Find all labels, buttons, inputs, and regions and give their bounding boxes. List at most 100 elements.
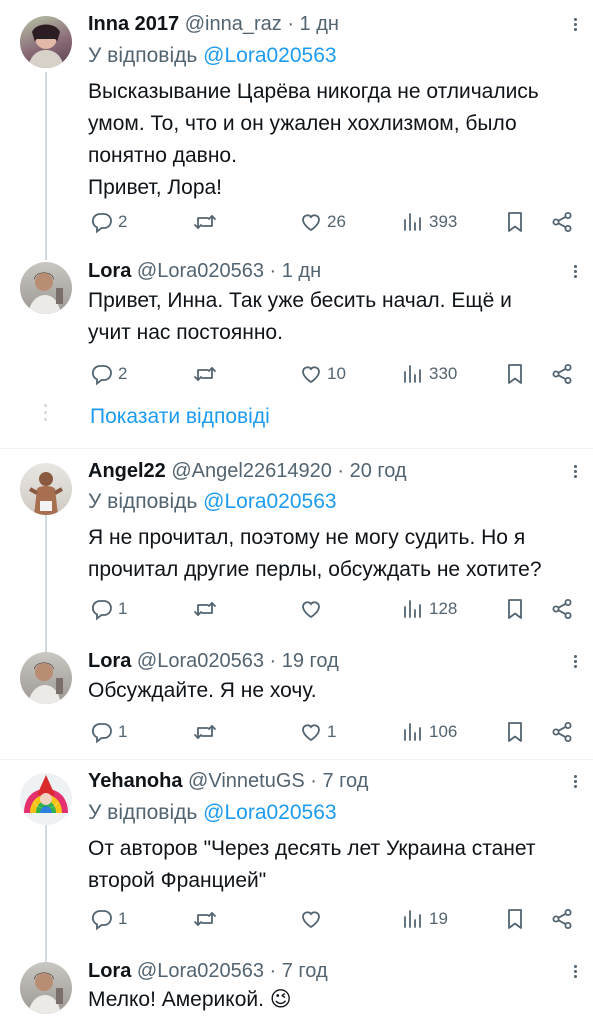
share-icon — [550, 210, 574, 234]
avatar[interactable] — [20, 652, 72, 704]
reply-count: 2 — [118, 212, 128, 231]
display-name[interactable]: Lora — [88, 650, 131, 672]
reply-count: 2 — [118, 364, 128, 383]
views-button[interactable]: 393 — [401, 207, 457, 237]
thread-line — [45, 515, 47, 661]
avatar[interactable] — [20, 262, 72, 314]
like-button[interactable] — [299, 594, 327, 624]
tweet-4[interactable]: Lora @Lora020563 · 19 год Обсуждайте. Я … — [0, 645, 593, 759]
tweet-5[interactable]: Yehanoha @VinnetuGS · 7 год У відповідь … — [0, 760, 593, 972]
handle-time[interactable]: @VinnetuGS · 7 год — [188, 770, 368, 792]
reply-button[interactable]: 1 — [90, 594, 127, 624]
retweet-button[interactable] — [193, 594, 217, 624]
more-icon[interactable] — [568, 653, 582, 673]
share-button[interactable] — [550, 594, 574, 624]
reply-count: 1 — [118, 599, 128, 618]
reply-icon — [90, 597, 114, 621]
retweet-icon — [193, 907, 217, 931]
share-button[interactable] — [550, 359, 574, 389]
avatar[interactable] — [20, 463, 72, 515]
handle-time[interactable]: @Angel22614920 · 20 год — [171, 460, 406, 482]
like-count: 26 — [327, 212, 346, 231]
tweet-header: Lora @Lora020563 · 7 год — [88, 960, 328, 986]
handle-time[interactable]: @Lora020563 · 7 год — [137, 960, 328, 982]
retweet-button[interactable] — [193, 207, 217, 237]
avatar[interactable] — [20, 773, 72, 825]
reply-mention[interactable]: @Lora020563 — [203, 490, 336, 513]
share-button[interactable] — [550, 904, 574, 934]
thread-line — [45, 825, 47, 972]
like-icon — [299, 907, 323, 931]
views-button[interactable]: 106 — [401, 717, 457, 747]
more-icon[interactable] — [568, 773, 582, 793]
reply-button[interactable]: 1 — [90, 717, 127, 747]
reply-icon — [90, 210, 114, 234]
retweet-button[interactable] — [193, 359, 217, 389]
views-button[interactable]: 19 — [401, 904, 448, 934]
bookmark-button[interactable] — [503, 207, 527, 237]
share-button[interactable] — [550, 207, 574, 237]
tweet-1[interactable]: Inna 2017 @inna_raz · 1 дн У відповідь @… — [0, 0, 593, 260]
reply-mention[interactable]: @Lora020563 — [203, 44, 336, 67]
handle-time[interactable]: @inna_raz · 1 дн — [185, 13, 339, 35]
more-icon[interactable] — [568, 263, 582, 283]
bookmark-button[interactable] — [503, 717, 527, 747]
views-icon — [401, 210, 425, 234]
bookmark-button[interactable] — [503, 904, 527, 934]
tweet-text: Мелко! Америкой. 😉 — [88, 988, 292, 1011]
reply-button[interactable]: 2 — [90, 207, 127, 237]
tweet-text: Привет, Инна. Так уже бесить начал. Ещё … — [88, 289, 512, 344]
share-button[interactable] — [550, 717, 574, 747]
handle-time[interactable]: @Lora020563 · 1 дн — [137, 260, 321, 282]
retweet-button[interactable] — [193, 904, 217, 934]
like-icon — [299, 597, 323, 621]
like-count: 10 — [327, 364, 346, 383]
reply-count: 1 — [118, 909, 128, 928]
tweet-actions: 1 128 — [88, 594, 578, 624]
share-icon — [550, 907, 574, 931]
tweet-2[interactable]: Lora @Lora020563 · 1 дн Привет, Инна. Та… — [0, 250, 593, 390]
views-count: 106 — [429, 722, 458, 741]
more-icon[interactable] — [568, 16, 582, 36]
bookmark-button[interactable] — [503, 594, 527, 624]
avatar[interactable] — [20, 962, 72, 1014]
retweet-icon — [193, 597, 217, 621]
avatar[interactable] — [20, 16, 72, 68]
more-icon[interactable] — [568, 463, 582, 483]
reply-context: У відповідь @Lora020563 — [88, 490, 337, 514]
retweet-button[interactable] — [193, 717, 217, 747]
bookmark-button[interactable] — [503, 359, 527, 389]
like-button[interactable]: 1 — [299, 717, 336, 747]
like-count: 1 — [327, 722, 337, 741]
display-name[interactable]: Lora — [88, 260, 131, 282]
tweet-text: Обсуждайте. Я не хочу. — [88, 679, 317, 702]
handle-time[interactable]: @Lora020563 · 19 год — [137, 650, 339, 672]
tweet-6[interactable]: Lora @Lora020563 · 7 год Мелко! Америкой… — [0, 956, 593, 1024]
views-button[interactable]: 128 — [401, 594, 457, 624]
tweet-3[interactable]: Angel22 @Angel22614920 · 20 год У відпов… — [0, 449, 593, 661]
like-button[interactable] — [299, 904, 327, 934]
display-name[interactable]: Inna 2017 — [88, 13, 179, 35]
thread-line — [45, 72, 47, 260]
views-button[interactable]: 330 — [401, 359, 457, 389]
views-icon — [401, 720, 425, 744]
reply-button[interactable]: 2 — [90, 359, 127, 389]
tweet-header: Angel22 @Angel22614920 · 20 год — [88, 460, 407, 486]
reply-count: 1 — [118, 722, 128, 741]
like-button[interactable]: 26 — [299, 207, 346, 237]
show-replies-link[interactable]: Показати відповіді — [90, 405, 270, 429]
views-count: 19 — [429, 909, 448, 928]
thread-dots — [44, 404, 48, 425]
more-icon[interactable] — [568, 963, 582, 983]
reply-context: У відповідь @Lora020563 — [88, 44, 337, 68]
display-name[interactable]: Lora — [88, 960, 131, 982]
tweet-actions: 1 1 106 — [88, 717, 578, 747]
bookmark-icon — [503, 210, 527, 234]
reply-mention[interactable]: @Lora020563 — [203, 801, 336, 824]
views-count: 330 — [429, 364, 458, 383]
like-button[interactable]: 10 — [299, 359, 346, 389]
bookmark-icon — [503, 907, 527, 931]
display-name[interactable]: Yehanoha — [88, 770, 182, 792]
display-name[interactable]: Angel22 — [88, 460, 166, 482]
reply-button[interactable]: 1 — [90, 904, 127, 934]
